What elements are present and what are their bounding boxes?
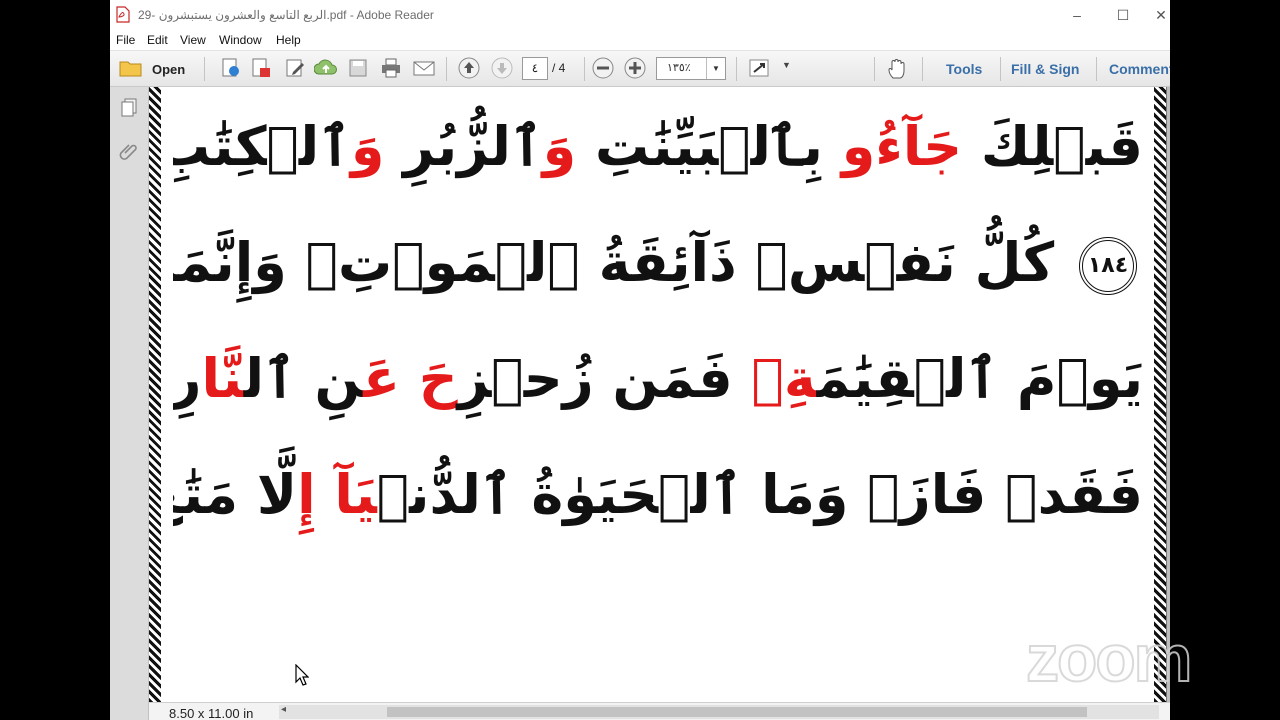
comment-tab[interactable]: Comment — [1109, 61, 1170, 77]
menu-view[interactable]: View — [180, 33, 206, 47]
attachments-paperclip-icon[interactable] — [119, 139, 139, 161]
verse-line: قَبۡلِكَ جَآءُو بِٱلۡبَيِّنَٰتِ وَٱلزُّب… — [173, 93, 1143, 209]
page-border-right — [1154, 87, 1166, 702]
status-bar: 8.50 x 11.00 in ◂ — [149, 702, 1170, 720]
verse-text: لَّا مَتَٰعُ ٱلۡغُرُورِ — [173, 463, 298, 526]
highlighted-text: وَ — [542, 115, 577, 178]
more-tools-chevron-icon[interactable]: ▼ — [782, 60, 791, 70]
close-button[interactable]: ✕ — [1146, 0, 1170, 30]
upload-icon[interactable] — [314, 57, 338, 79]
print-icon[interactable] — [380, 57, 402, 79]
quran-text: قَبۡلِكَ جَآءُو بِٱلۡبَيِّنَٰتِ وَٱلزُّب… — [173, 93, 1143, 557]
hand-tool-icon[interactable] — [886, 57, 908, 81]
verse-text: فَقَدۡ فَازَۗ وَمَا ٱلۡحَيَوٰةُ ٱلدُّنۡ — [376, 463, 1143, 526]
zoom-watermark-logo: zoom — [1025, 620, 1193, 696]
horizontal-scrollbar[interactable]: ◂ — [279, 704, 1159, 719]
vertical-scrollbar[interactable] — [1167, 87, 1170, 702]
page-total: / 4 — [552, 61, 566, 75]
title-bar: 29- الربع التاسع والعشرون يستبشرون.pdf -… — [110, 0, 1170, 30]
highlighted-text: وَ — [350, 115, 385, 178]
page-thumbnails-icon[interactable] — [119, 97, 139, 119]
highlighted-text: جَآءُو — [841, 115, 963, 178]
verse-text: ٱلۡكِتَٰبِ ٱلۡمُنِيرِ — [173, 115, 351, 178]
zoom-select[interactable]: ١٣٥٪ ▼ — [656, 57, 726, 80]
document-view[interactable]: قَبۡلِكَ جَآءُو بِٱلۡبَيِّنَٰتِ وَٱلزُّب… — [149, 87, 1170, 702]
zoom-in-icon[interactable] — [623, 56, 647, 80]
fit-page-icon[interactable] — [747, 57, 771, 79]
ayah-number-marker: ١٨٤ — [1079, 237, 1137, 296]
menu-edit[interactable]: Edit — [147, 33, 168, 47]
window-title: 29- الربع التاسع والعشرون يستبشرون.pdf -… — [138, 8, 434, 22]
maximize-button[interactable]: ☐ — [1100, 0, 1146, 30]
email-icon[interactable] — [412, 57, 436, 79]
verse-text: ۖ فَمَن زُحۡزِ — [457, 347, 752, 410]
highlighted-text: حَ عَ — [363, 347, 458, 410]
page-size-label: 8.50 x 11.00 in — [169, 706, 254, 720]
edit-icon[interactable] — [284, 57, 306, 79]
page-up-icon[interactable] — [457, 56, 481, 80]
page-border-left — [149, 87, 161, 702]
adobe-reader-window: 29- الربع التاسع والعشرون يستبشرون.pdf -… — [110, 0, 1170, 720]
page-number-input[interactable]: ٤ — [522, 57, 548, 80]
folder-icon[interactable] — [119, 59, 143, 77]
verse-line: فَقَدۡ فَازَۗ وَمَا ٱلۡحَيَوٰةُ ٱلدُّنۡي… — [173, 441, 1143, 557]
menu-bar: File Edit View Window Help — [110, 30, 1170, 51]
fill-sign-tab[interactable]: Fill & Sign — [1011, 61, 1079, 77]
toolbar: Open ٤ / 4 ١٣٥٪ ▼ ▼ Tools Fill & Sign Co… — [110, 51, 1170, 87]
save-icon[interactable] — [348, 57, 368, 79]
chevron-down-icon[interactable]: ▼ — [706, 58, 725, 79]
export-pdf-icon[interactable] — [250, 57, 272, 79]
menu-help[interactable]: Help — [276, 33, 301, 47]
verse-text: ٱلزُّبُرِ — [384, 115, 543, 178]
verse-text: نِ ٱل — [243, 347, 364, 410]
navigation-panel — [110, 87, 149, 720]
scroll-thumb[interactable] — [387, 707, 1087, 717]
scroll-left-icon[interactable]: ◂ — [281, 704, 286, 715]
verse-text: بِٱلۡبَيِّنَٰتِ — [576, 115, 842, 178]
pdf-app-icon — [116, 6, 130, 23]
mouse-cursor-icon — [295, 664, 309, 686]
verse-line: يَوۡمَ ٱلۡقِيَٰمَةِۖ فَمَن زُحۡزِحَ عَنِ… — [173, 325, 1143, 441]
menu-window[interactable]: Window — [219, 33, 262, 47]
minimize-button[interactable]: – — [1054, 0, 1100, 30]
zoom-out-icon[interactable] — [591, 56, 615, 80]
tools-tab[interactable]: Tools — [946, 61, 982, 77]
menu-file[interactable]: File — [116, 33, 135, 47]
verse-line: ١٨٤ كُلُّ نَفۡسٖ ذَآئِقَةُ ٱلۡمَوۡتِۗ وَ… — [173, 209, 1143, 325]
highlighted-text: يَآ إِ — [297, 463, 377, 526]
page-down-icon[interactable] — [490, 56, 514, 80]
highlighted-text: نَّا — [201, 347, 244, 410]
verse-text: يَوۡمَ ٱلۡقِيَٰمَ — [816, 347, 1143, 410]
verse-text: كُلُّ نَفۡسٖ ذَآئِقَةُ ٱلۡمَوۡتِۗ وَإِنَ… — [173, 231, 1055, 294]
pdf-page: قَبۡلِكَ جَآءُو بِٱلۡبَيِّنَٰتِ وَٱلزُّب… — [149, 87, 1166, 702]
open-button[interactable]: Open — [152, 62, 185, 77]
verse-text: رِ وَأُدۡخِلَ ٱلۡجَنَّةَ — [173, 347, 202, 410]
create-pdf-icon[interactable] — [220, 57, 242, 79]
verse-text: قَبۡلِكَ — [962, 115, 1143, 178]
highlighted-text: ةِ — [751, 347, 817, 410]
zoom-value: ١٣٥٪ — [667, 62, 691, 74]
